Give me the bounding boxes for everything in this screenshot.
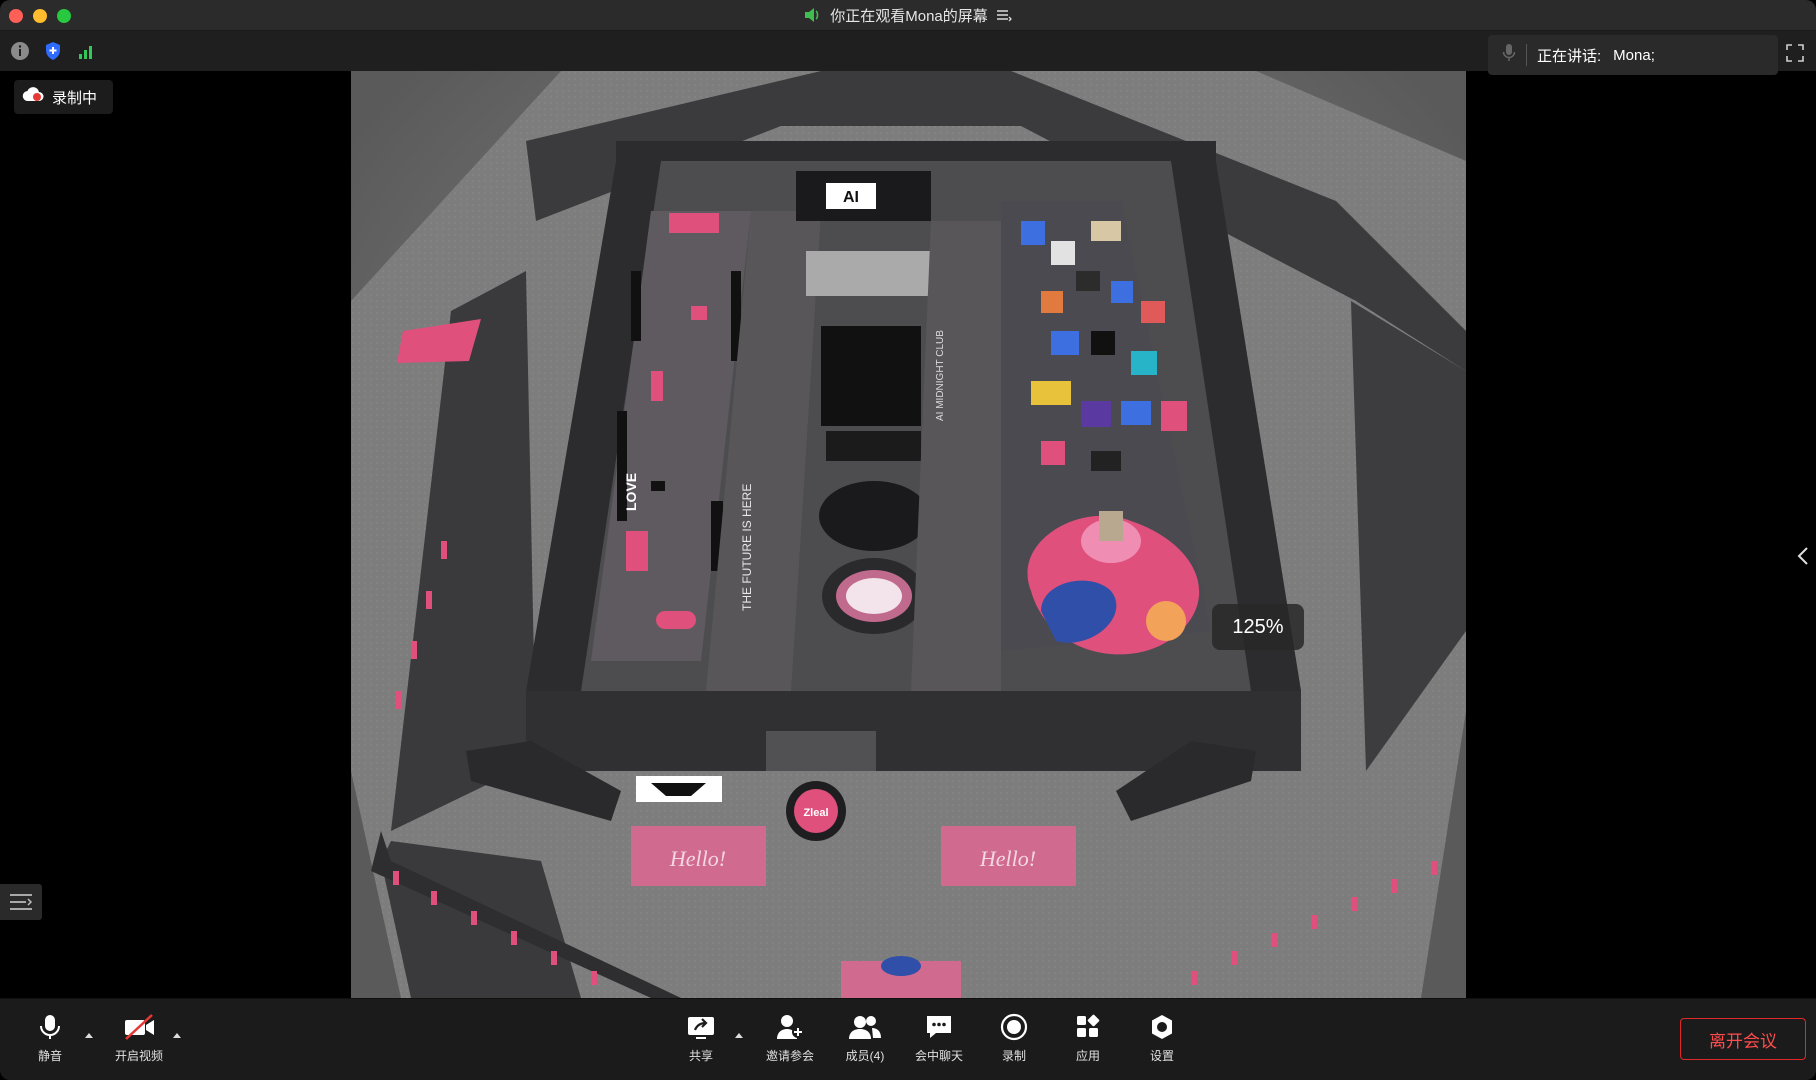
fullscreen-icon[interactable]: [1786, 44, 1804, 62]
apps-button[interactable]: 应用: [1048, 1013, 1128, 1073]
share-screen-icon: [688, 1017, 714, 1039]
shared-screen-image: AI AI MIDNIGHT CLUB THE FUTURE IS HERE L…: [351, 71, 1466, 998]
settings-button[interactable]: 设置: [1122, 1013, 1202, 1073]
participants-icon: [849, 1016, 881, 1039]
title-bar: 你正在观看Mona的屏幕: [0, 0, 1816, 31]
record-label: 录制: [1001, 1049, 1026, 1063]
speaker-name: Mona;: [1613, 46, 1655, 64]
speaker-label: 正在讲话:: [1537, 47, 1602, 65]
start-video-label: 开启视频: [114, 1049, 163, 1063]
video-options-chevron-icon[interactable]: [172, 1031, 182, 1039]
info-icon[interactable]: [10, 41, 30, 61]
record-button[interactable]: 录制: [974, 1013, 1054, 1073]
settings-label: 设置: [1149, 1049, 1174, 1063]
share-screen-button[interactable]: 共享: [661, 1013, 741, 1073]
cloud-recording-icon: [22, 87, 44, 107]
mute-label: 静音: [37, 1049, 62, 1063]
meeting-window: 你正在观看Mona的屏幕 正在讲话: Mona; 录制中 AI AI MIDNI…: [0, 0, 1816, 1080]
add-user-icon: [777, 1015, 804, 1039]
ai-logo-sign: AI: [843, 189, 859, 206]
invite-label: 邀请参会: [765, 1049, 814, 1063]
network-signal-icon[interactable]: [77, 41, 97, 61]
apps-icon: [1077, 1014, 1100, 1037]
audio-options-chevron-icon[interactable]: [84, 1031, 94, 1039]
participants-button[interactable]: 成员(4): [825, 1013, 905, 1073]
meeting-control-bar: 静音 开启视频 共享 邀请参会 成员(4) 会中聊天 录制 应用 设置: [0, 998, 1816, 1080]
apps-label: 应用: [1075, 1049, 1100, 1063]
chat-icon: [927, 1016, 951, 1038]
share-options-chevron-icon[interactable]: [734, 1031, 744, 1039]
recording-badge[interactable]: 录制中: [14, 80, 114, 114]
love-banner: LOVE: [623, 473, 639, 511]
microphone-icon: [1502, 43, 1516, 67]
view-options-icon[interactable]: [996, 8, 1012, 22]
start-video-button[interactable]: 开启视频: [99, 1013, 179, 1073]
chevron-left-icon[interactable]: [1796, 546, 1810, 566]
zoom-level-indicator: 125%: [1212, 604, 1304, 650]
gear-icon: [1152, 1015, 1172, 1039]
video-off-icon: [125, 1014, 154, 1040]
menu-lines-icon: [10, 894, 33, 910]
shared-screen-view[interactable]: AI AI MIDNIGHT CLUB THE FUTURE IS HERE L…: [351, 71, 1466, 998]
midnight-club-banner: AI MIDNIGHT CLUB: [935, 330, 946, 421]
layout-toggle-button[interactable]: [0, 884, 42, 920]
share-label: 共享: [688, 1049, 713, 1063]
microphone-icon: [40, 1015, 60, 1039]
participants-label: 成员(4): [845, 1049, 885, 1063]
leave-meeting-button[interactable]: 离开会议: [1680, 1018, 1806, 1060]
record-icon: [1000, 1013, 1028, 1041]
hello-mat-left: Hello!: [669, 846, 726, 871]
encryption-shield-icon[interactable]: [43, 41, 63, 61]
window-title: 你正在观看Mona的屏幕: [830, 7, 988, 25]
active-speaker-indicator: 正在讲话: Mona;: [1488, 35, 1778, 75]
future-banner: THE FUTURE IS HERE: [740, 484, 754, 611]
invite-button[interactable]: 邀请参会: [750, 1013, 830, 1073]
chat-button[interactable]: 会中聊天: [899, 1013, 979, 1073]
hello-mat-right: Hello!: [979, 846, 1036, 871]
screen-share-speaker-icon: [804, 7, 822, 23]
chat-label: 会中聊天: [914, 1049, 963, 1063]
zleal-logo: Zleal: [803, 807, 828, 819]
recording-label: 录制中: [52, 89, 98, 107]
mute-button[interactable]: 静音: [10, 1013, 90, 1073]
